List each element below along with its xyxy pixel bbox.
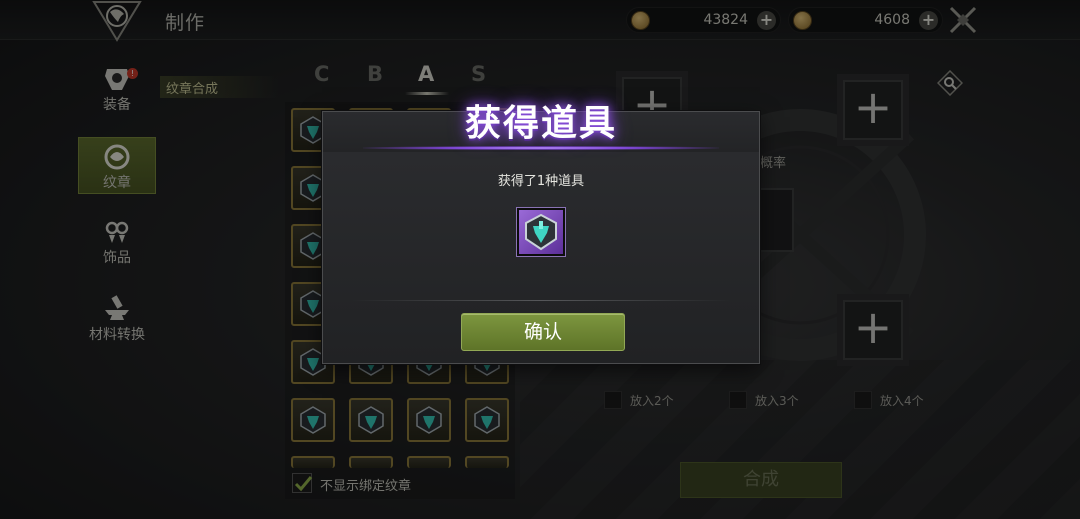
confirm-button[interactable]: 确认 [461,313,625,351]
emblem-icon [525,213,557,251]
dialog-title: 获得道具 [464,103,617,144]
dialog-message: 获得了1种道具 [497,174,585,189]
dialog-divider [351,300,731,301]
title-glow [363,146,719,150]
obtained-item[interactable] [517,208,565,256]
item-obtained-dialog: 获得道具 获得了1种道具 确认 [322,103,760,364]
